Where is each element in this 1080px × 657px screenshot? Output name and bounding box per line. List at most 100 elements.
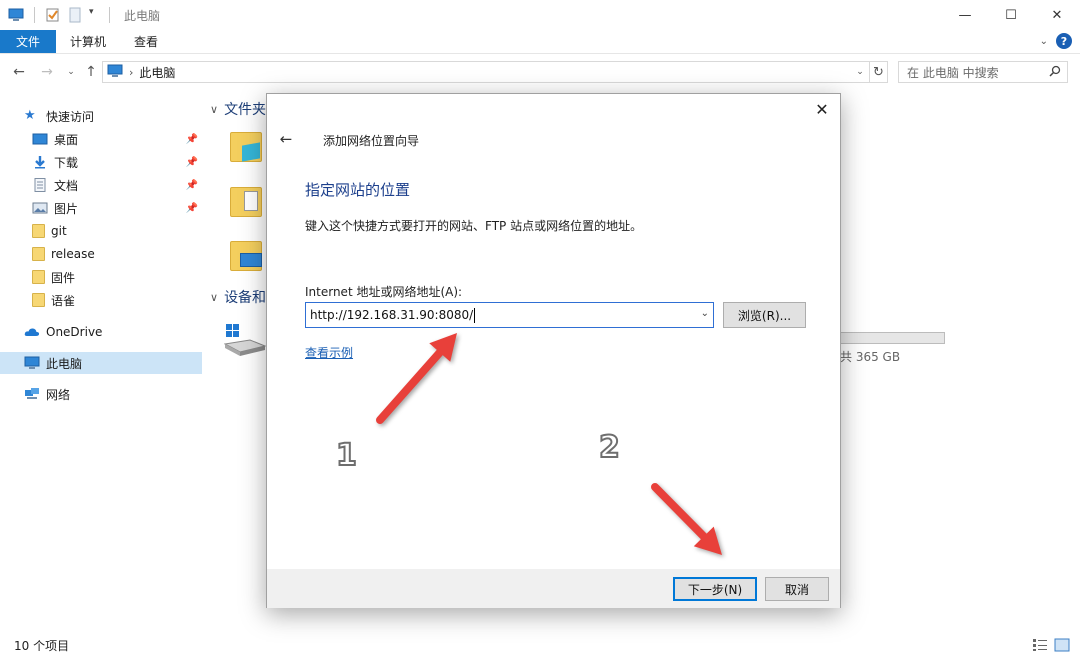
back-arrow-icon[interactable]: ← — [277, 130, 295, 148]
tab-view[interactable]: 查看 — [120, 30, 172, 53]
pin-icon[interactable]: 📌 — [186, 134, 198, 145]
network-icon — [24, 387, 40, 401]
folder-documents[interactable] — [230, 181, 262, 219]
annotation-step-2: 2 — [598, 429, 621, 466]
pin-icon[interactable]: 📌 — [186, 180, 198, 191]
sidebar-item-quick-access[interactable]: ★ 快速访问 — [0, 105, 202, 127]
sidebar-item-label: 桌面 — [54, 132, 79, 147]
folder-icon — [32, 224, 45, 238]
sidebar-item-firmware[interactable]: 固件 — [0, 266, 202, 288]
this-pc-icon[interactable] — [8, 7, 24, 23]
address-field-label: Internet 地址或网络地址(A): — [305, 285, 463, 299]
quick-access-toolbar: ▾ 此电脑 — [0, 0, 160, 30]
back-icon[interactable]: ← — [10, 62, 28, 82]
search-input[interactable]: 在 此电脑 中搜索 — [898, 61, 1068, 83]
sidebar-item-label: 文档 — [54, 178, 79, 193]
status-bar: 10 个项目 — [0, 634, 1080, 657]
desktop-icon — [32, 132, 48, 146]
details-view-icon[interactable] — [1032, 638, 1048, 652]
sidebar-item-onedrive[interactable]: OneDrive — [0, 321, 202, 343]
view-examples-link[interactable]: 查看示例 — [305, 344, 353, 361]
breadcrumb-this-pc[interactable]: 此电脑 — [139, 64, 175, 81]
drive-usage-bar — [840, 332, 945, 344]
drive-capacity: 共 365 GB — [840, 350, 901, 364]
chevron-down-icon: ∨ — [210, 290, 219, 304]
sidebar-item-label: OneDrive — [46, 325, 103, 339]
add-network-location-dialog: ✕ ← 添加网络位置向导 指定网站的位置 键入这个快捷方式要打开的网站、FTP … — [266, 93, 841, 608]
item-count: 10 个项目 — [14, 639, 70, 653]
close-icon[interactable]: ✕ — [810, 98, 834, 120]
cloud-icon — [24, 325, 40, 339]
sidebar-item-documents[interactable]: 文档 📌 — [0, 174, 202, 196]
download-icon — [32, 155, 48, 169]
new-folder-icon[interactable] — [67, 7, 83, 23]
navigation-pane: ★ 快速访问 桌面 📌 下载 📌 文档 📌 图片 📌 git release 固… — [0, 100, 202, 630]
forward-icon[interactable]: → — [38, 62, 56, 82]
drive-c[interactable] — [223, 322, 267, 360]
help-icon[interactable]: ? — [1056, 33, 1072, 49]
toolbar-divider — [34, 7, 35, 23]
search-icon[interactable] — [1049, 65, 1061, 80]
next-button[interactable]: 下一步(N) — [673, 577, 757, 601]
network-address-input[interactable]: http://192.168.31.90:8080/ ⌄ — [305, 302, 714, 328]
group-header-devices[interactable]: ∨ 设备和 — [210, 287, 266, 307]
address-row: ← → ⌄ ↑ › 此电脑 ⌄ ↻ 在 此电脑 中搜索 — [0, 58, 1080, 86]
sidebar-item-label: 语雀 — [51, 293, 76, 308]
picture-icon — [32, 201, 48, 215]
annotation-step-1: 1 — [335, 437, 358, 474]
close-button[interactable]: ✕ — [1034, 0, 1080, 30]
tab-computer[interactable]: 计算机 — [56, 30, 120, 53]
group-title: 文件夹 — [224, 102, 267, 118]
sidebar-item-label: 固件 — [51, 270, 76, 285]
text-caret — [474, 307, 476, 323]
folder-icon — [32, 270, 45, 284]
address-bar[interactable]: › 此电脑 ⌄ — [102, 61, 870, 83]
ribbon-tabs: 文件 计算机 查看 ⌄ ? — [0, 30, 1080, 54]
breadcrumb-chevron-icon[interactable]: › — [129, 66, 133, 79]
browse-button[interactable]: 浏览(R)... — [723, 302, 806, 328]
tab-file[interactable]: 文件 — [0, 30, 57, 53]
sidebar-item-git[interactable]: git — [0, 220, 202, 242]
toolbar-divider — [109, 7, 110, 23]
input-value: http://192.168.31.90:8080/ — [310, 308, 474, 322]
refresh-icon[interactable]: ↻ — [870, 61, 888, 83]
pin-icon[interactable]: 📌 — [186, 157, 198, 168]
window-controls: — ☐ ✕ — [942, 0, 1080, 30]
chevron-down-icon: ∨ — [210, 102, 219, 116]
customize-toolbar-icon[interactable]: ▾ — [89, 7, 99, 23]
cube-icon — [242, 142, 260, 162]
sidebar-item-desktop[interactable]: 桌面 📌 — [0, 128, 202, 150]
sidebar-item-label: git — [51, 224, 67, 238]
folder-desktop[interactable] — [230, 235, 262, 273]
cancel-button[interactable]: 取消 — [765, 577, 829, 601]
expand-ribbon-icon[interactable]: ⌄ — [1040, 36, 1048, 47]
large-icons-view-icon[interactable] — [1054, 638, 1070, 652]
up-icon[interactable]: ↑ — [82, 62, 100, 82]
dialog-title: 添加网络位置向导 — [323, 134, 420, 148]
sidebar-item-downloads[interactable]: 下载 📌 — [0, 151, 202, 173]
this-pc-icon — [107, 64, 123, 81]
address-dropdown-icon[interactable]: ⌄ — [853, 64, 867, 80]
desktop-icon — [240, 253, 262, 267]
sidebar-item-network[interactable]: 网络 — [0, 383, 202, 405]
group-header-folders[interactable]: ∨ 文件夹 — [210, 99, 266, 119]
folder-3d-objects[interactable] — [230, 126, 262, 164]
star-icon: ★ — [24, 108, 36, 123]
window-title: 此电脑 — [124, 8, 161, 23]
sidebar-item-this-pc[interactable]: 此电脑 — [0, 352, 202, 374]
sidebar-item-yuque[interactable]: 语雀 — [0, 289, 202, 311]
this-pc-icon — [24, 356, 40, 370]
sidebar-item-label: 此电脑 — [46, 356, 83, 371]
properties-icon[interactable] — [45, 7, 61, 23]
sidebar-item-release[interactable]: release — [0, 243, 202, 265]
chevron-down-icon[interactable]: ⌄ — [701, 308, 709, 319]
recent-locations-icon[interactable]: ⌄ — [62, 62, 80, 82]
maximize-button[interactable]: ☐ — [988, 0, 1034, 30]
pin-icon[interactable]: 📌 — [186, 203, 198, 214]
minimize-button[interactable]: — — [942, 0, 988, 30]
windows-drive-icon — [223, 324, 267, 356]
sidebar-item-label: 图片 — [54, 201, 79, 216]
sidebar-item-pictures[interactable]: 图片 📌 — [0, 197, 202, 219]
sidebar-item-label: 网络 — [46, 387, 71, 402]
folder-icon — [32, 293, 45, 307]
